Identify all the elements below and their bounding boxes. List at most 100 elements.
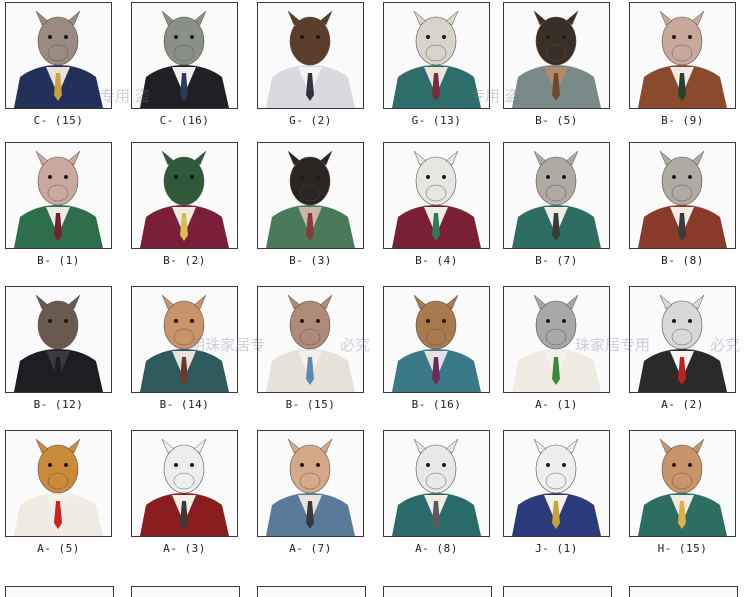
animal-portrait-illustration — [392, 10, 481, 108]
product-thumbnail-walrus-beanie[interactable] — [257, 286, 364, 393]
product-thumbnail-rhino-red[interactable] — [629, 142, 736, 249]
animal-snout — [671, 328, 693, 346]
eye — [672, 319, 676, 323]
animal-snout — [173, 328, 195, 346]
product-thumbnail-kangaroo[interactable] — [131, 286, 238, 393]
product-card[interactable]: B- (4) — [383, 142, 490, 282]
product-thumbnail-koala[interactable] — [503, 286, 610, 393]
next-row-thumbnail-edge — [383, 586, 492, 597]
animal-snout — [299, 328, 321, 346]
animal-portrait-illustration — [638, 150, 727, 248]
animal-portrait-illustration — [638, 10, 727, 108]
product-code-label: A- (2) — [661, 398, 704, 411]
animal-snout — [173, 472, 195, 490]
product-thumbnail-rhino[interactable] — [503, 142, 610, 249]
eye — [442, 319, 446, 323]
animal-snout — [545, 184, 567, 202]
animal-snout — [425, 44, 447, 62]
eye — [442, 175, 446, 179]
product-thumbnail-zebra-hat[interactable] — [629, 286, 736, 393]
product-card[interactable]: B- (7) — [503, 142, 610, 282]
eye — [190, 463, 194, 467]
product-thumbnail-deer-flowers[interactable] — [629, 430, 736, 537]
product-card[interactable]: B- (9) — [629, 2, 736, 142]
product-card[interactable]: A- (2) — [629, 286, 736, 426]
eye — [190, 35, 194, 39]
product-card[interactable]: C- (15) — [5, 2, 112, 142]
next-row-thumbnail-edge — [5, 586, 114, 597]
product-card[interactable]: B- (2) — [131, 142, 238, 282]
product-thumbnail-cat-goggles[interactable] — [5, 430, 112, 537]
product-code-label: B- (2) — [163, 254, 206, 267]
product-thumbnail-black-bear[interactable] — [257, 142, 364, 249]
eye — [316, 175, 320, 179]
product-thumbnail-duck[interactable] — [131, 142, 238, 249]
product-card[interactable]: B- (14) — [131, 286, 238, 426]
product-thumbnail-stag[interactable] — [5, 286, 112, 393]
product-card[interactable]: B- (5) — [503, 2, 610, 142]
product-card[interactable]: G- (13) — [383, 2, 490, 142]
product-code-label: B- (16) — [411, 398, 462, 411]
product-code-label: A- (7) — [289, 542, 332, 555]
product-card[interactable]: A- (5) — [5, 430, 112, 570]
product-thumbnail-walrus-green[interactable] — [5, 142, 112, 249]
product-thumbnail-bear-hat[interactable] — [257, 2, 364, 109]
eye — [64, 35, 68, 39]
product-code-label: B- (7) — [535, 254, 578, 267]
animal-snout — [545, 328, 567, 346]
next-row-thumbnail-edge — [503, 586, 612, 597]
product-code-label: B- (9) — [661, 114, 704, 127]
product-thumbnail-dog-mail[interactable] — [257, 430, 364, 537]
animal-portrait-illustration — [14, 438, 103, 536]
eye — [426, 463, 430, 467]
product-thumbnail-wolf-glasses[interactable] — [383, 2, 490, 109]
eye — [174, 319, 178, 323]
eye — [190, 319, 194, 323]
product-thumbnail-goat[interactable] — [383, 286, 490, 393]
product-card[interactable]: A- (1) — [503, 286, 610, 426]
eye — [300, 463, 304, 467]
eye — [546, 319, 550, 323]
next-row-thumbnail-edge — [629, 586, 738, 597]
product-code-label: B- (1) — [37, 254, 80, 267]
product-thumbnail-walrus[interactable] — [629, 2, 736, 109]
animal-snout — [173, 184, 195, 202]
product-card[interactable]: G- (2) — [257, 2, 364, 142]
product-thumbnail-lemur[interactable] — [383, 142, 490, 249]
product-thumbnail-elephant[interactable] — [5, 2, 112, 109]
product-thumbnail-zebra[interactable] — [383, 430, 490, 537]
eye — [442, 35, 446, 39]
product-thumbnail-rabbit[interactable] — [131, 430, 238, 537]
eye — [190, 175, 194, 179]
animal-snout — [545, 44, 567, 62]
product-card[interactable]: B- (1) — [5, 142, 112, 282]
product-card[interactable]: J- (1) — [503, 430, 610, 570]
product-card[interactable]: A- (3) — [131, 430, 238, 570]
product-card[interactable]: A- (7) — [257, 430, 364, 570]
animal-snout — [671, 472, 693, 490]
product-card[interactable]: B- (16) — [383, 286, 490, 426]
product-thumbnail-bear-archer[interactable] — [503, 2, 610, 109]
animal-snout — [425, 184, 447, 202]
eye — [48, 175, 52, 179]
product-thumbnail-t-rex[interactable] — [131, 2, 238, 109]
product-card[interactable]: B- (3) — [257, 142, 364, 282]
animal-portrait-illustration — [140, 150, 229, 248]
eye — [426, 319, 430, 323]
animal-portrait-illustration — [512, 10, 601, 108]
product-card[interactable]: C- (16) — [131, 2, 238, 142]
product-card[interactable]: B- (15) — [257, 286, 364, 426]
animal-portrait-illustration — [266, 10, 355, 108]
animal-snout — [545, 472, 567, 490]
product-card[interactable]: B- (12) — [5, 286, 112, 426]
eye — [48, 35, 52, 39]
animal-portrait-illustration — [14, 10, 103, 108]
product-card[interactable]: B- (8) — [629, 142, 736, 282]
eye — [562, 319, 566, 323]
eye — [48, 319, 52, 323]
product-card[interactable]: H- (15) — [629, 430, 736, 570]
product-code-label: B- (3) — [289, 254, 332, 267]
animal-snout — [47, 184, 69, 202]
product-thumbnail-sea-captain[interactable] — [503, 430, 610, 537]
product-card[interactable]: A- (8) — [383, 430, 490, 570]
